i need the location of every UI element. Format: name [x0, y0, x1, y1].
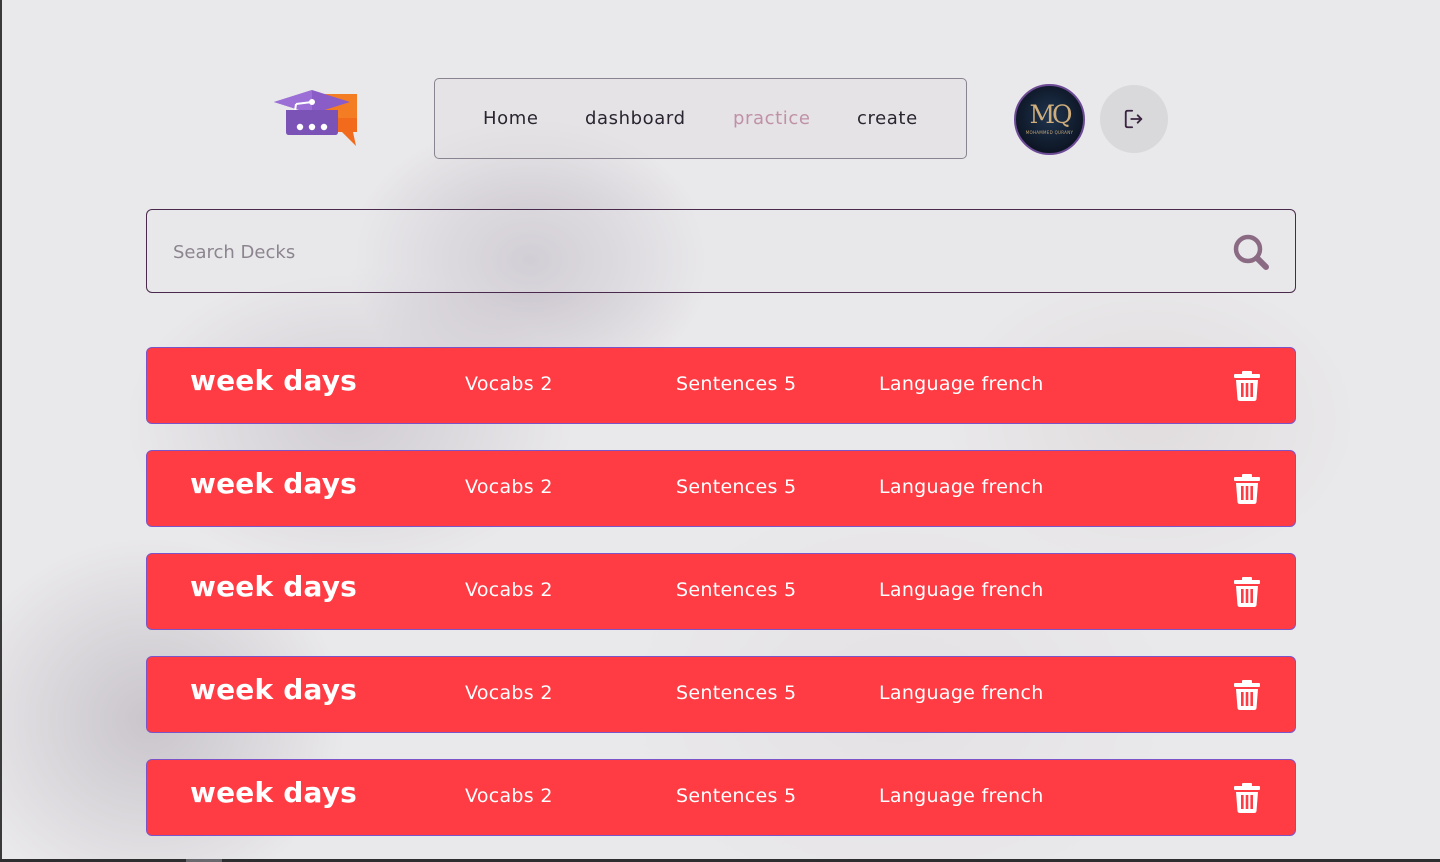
deck-card[interactable]: week days Vocabs 2 Sentences 5 Language … — [146, 656, 1296, 733]
deck-title: week days — [190, 673, 358, 706]
deck-sentences-count: Sentences 5 — [676, 476, 797, 498]
deck-vocabs-count: Vocabs 2 — [465, 579, 553, 601]
search-input[interactable] — [171, 210, 1215, 294]
deck-language: Language french — [879, 476, 1044, 498]
avatar-monogram: MQ — [1029, 100, 1072, 129]
deck-title: week days — [190, 364, 358, 397]
deck-sentences-count: Sentences 5 — [676, 682, 797, 704]
deck-card[interactable]: week days Vocabs 2 Sentences 5 Language … — [146, 450, 1296, 527]
deck-vocabs-count: Vocabs 2 — [465, 476, 553, 498]
deck-card[interactable]: week days Vocabs 2 Sentences 5 Language … — [146, 759, 1296, 836]
deck-card[interactable]: week days Vocabs 2 Sentences 5 Language … — [146, 347, 1296, 424]
search-button[interactable] — [1231, 232, 1271, 272]
trash-icon[interactable] — [1233, 371, 1261, 401]
search-icon — [1233, 234, 1269, 270]
window-edge-left — [0, 0, 2, 862]
trash-icon[interactable] — [1233, 680, 1261, 710]
trash-icon[interactable] — [1233, 577, 1261, 607]
deck-language: Language french — [879, 373, 1044, 395]
trash-icon[interactable] — [1233, 783, 1261, 813]
nav-dashboard[interactable]: dashboard — [585, 108, 686, 129]
deck-language: Language french — [879, 579, 1044, 601]
user-avatar[interactable]: MQ MOHAMMED QURANY — [1014, 84, 1085, 155]
nav-practice[interactable]: practice — [733, 108, 811, 129]
deck-sentences-count: Sentences 5 — [676, 579, 797, 601]
deck-vocabs-count: Vocabs 2 — [465, 785, 553, 807]
deck-language: Language french — [879, 785, 1044, 807]
logout-icon — [1124, 109, 1143, 129]
nav-home[interactable]: Home — [483, 108, 539, 129]
deck-sentences-count: Sentences 5 — [676, 785, 797, 807]
trash-icon[interactable] — [1233, 474, 1261, 504]
deck-vocabs-count: Vocabs 2 — [465, 373, 553, 395]
logout-button[interactable] — [1100, 85, 1168, 153]
deck-title: week days — [190, 570, 358, 603]
deck-sentences-count: Sentences 5 — [676, 373, 797, 395]
deck-card[interactable]: week days Vocabs 2 Sentences 5 Language … — [146, 553, 1296, 630]
deck-vocabs-count: Vocabs 2 — [465, 682, 553, 704]
avatar-name: MOHAMMED QURANY — [1025, 130, 1074, 135]
graduation-cap-chat-logo-icon — [274, 90, 357, 146]
deck-title: week days — [190, 467, 358, 500]
deck-language: Language french — [879, 682, 1044, 704]
search-bar — [146, 209, 1296, 294]
deck-list: week days Vocabs 2 Sentences 5 Language … — [146, 347, 1296, 862]
nav-create[interactable]: create — [857, 108, 918, 129]
main-nav: Home dashboard practice create — [434, 78, 967, 159]
app-logo[interactable] — [272, 88, 360, 150]
deck-title: week days — [190, 776, 358, 809]
